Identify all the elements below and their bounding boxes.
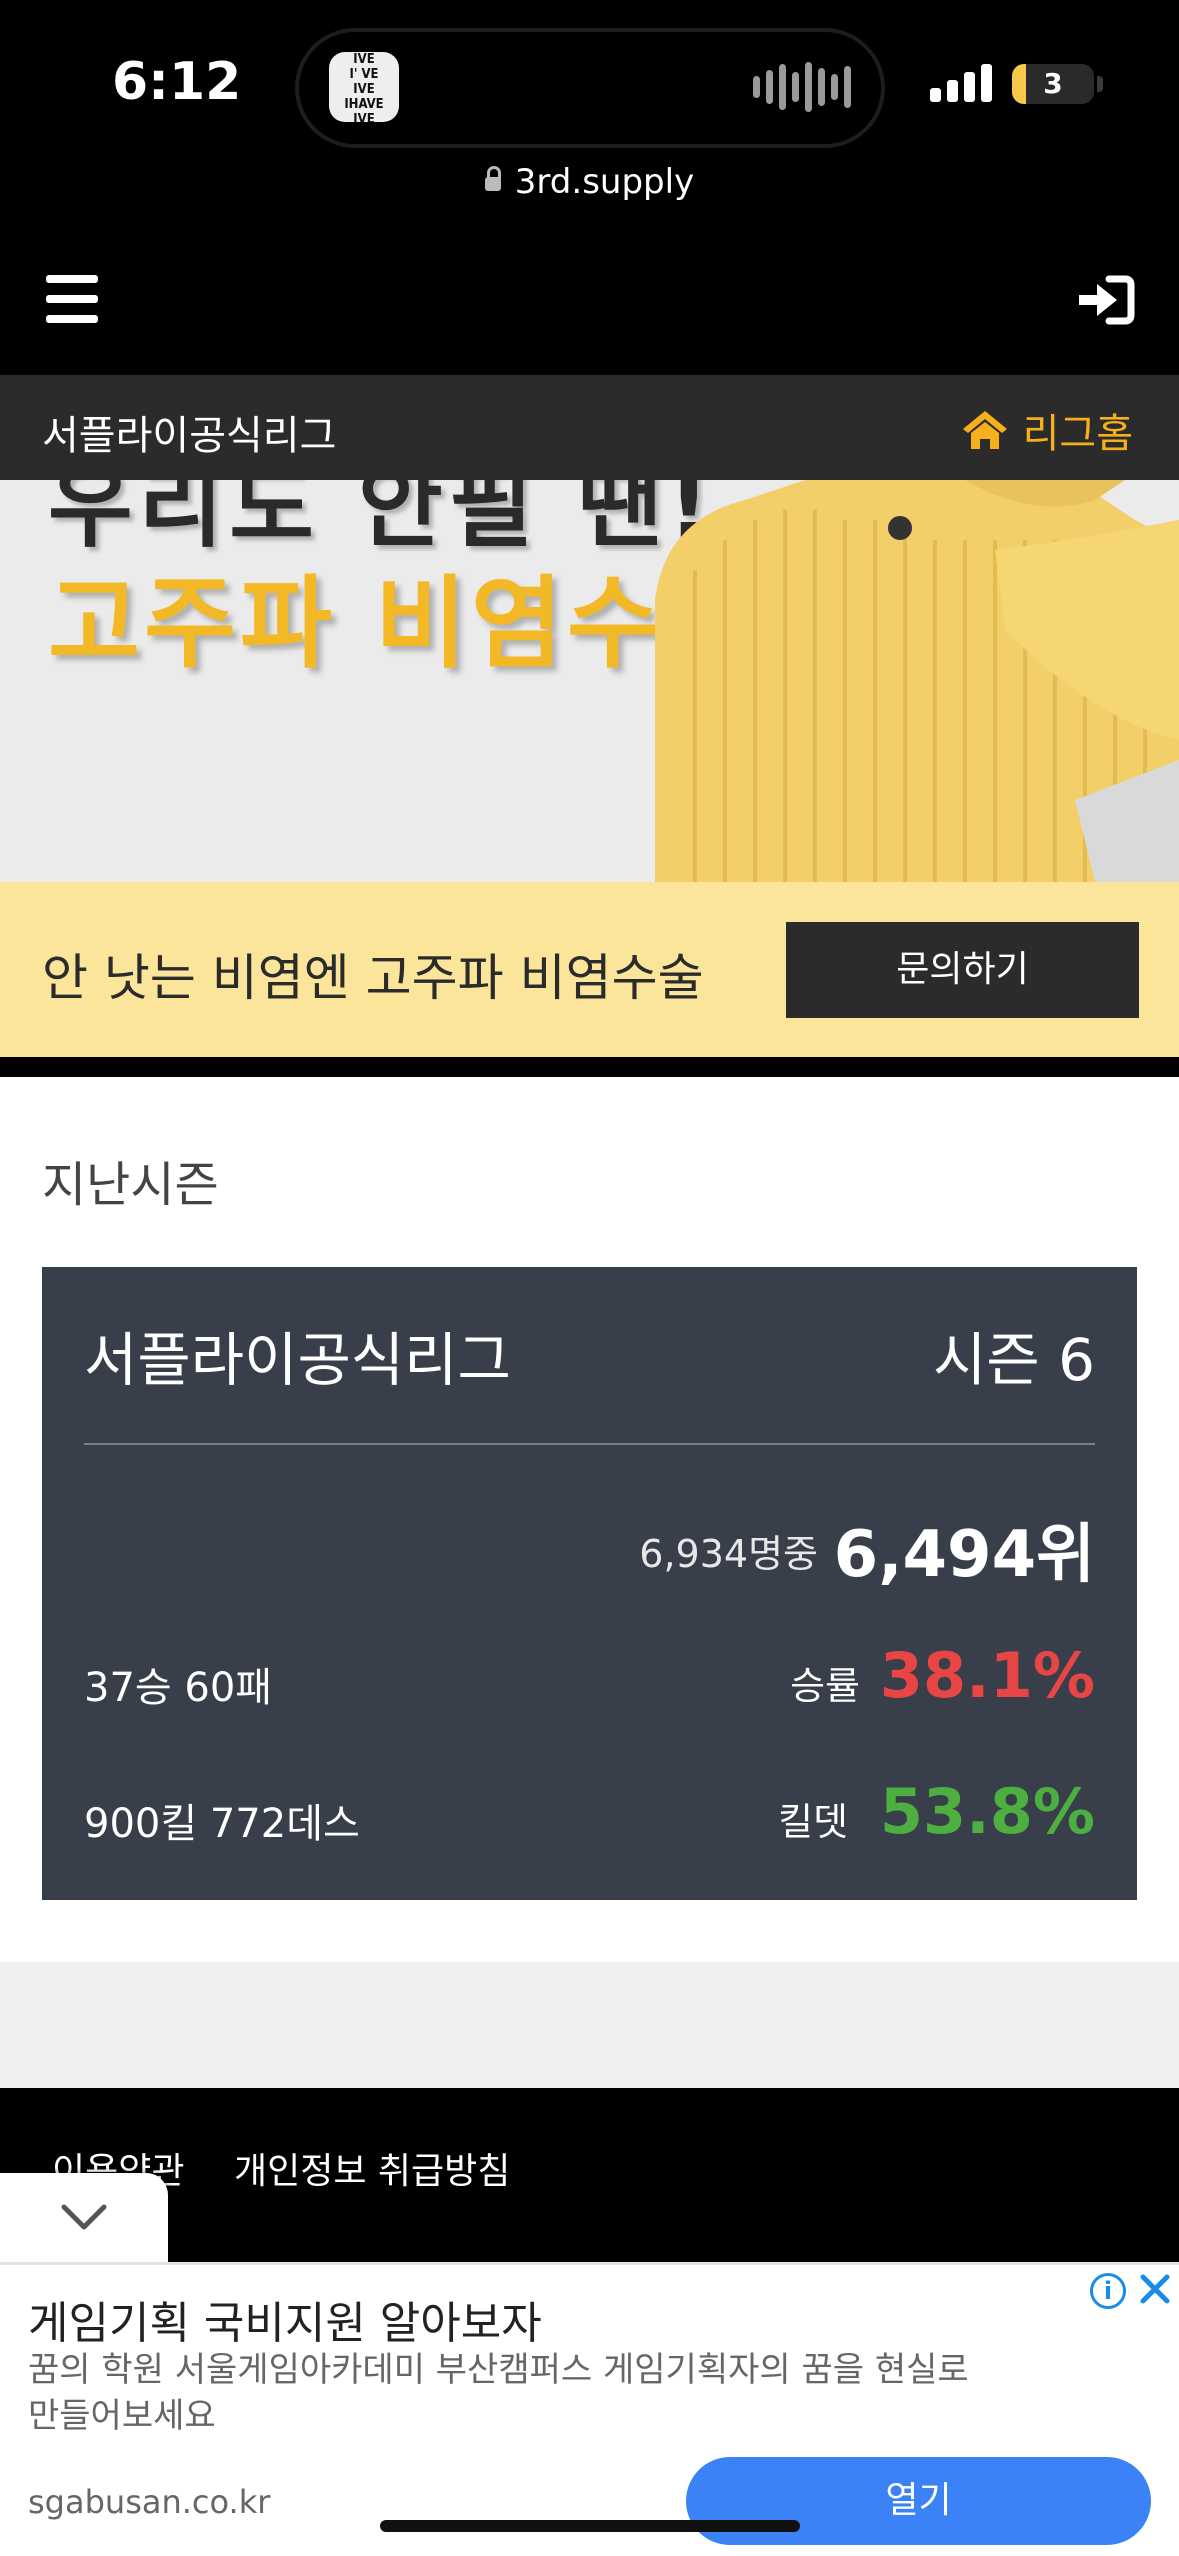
battery-tip-icon [1097, 76, 1103, 92]
league-home-link[interactable]: 리그홈 [961, 401, 1133, 459]
status-bar: 6:12 IVE I' VE IVE IHAVE IVE 3 3rd.suppl… [0, 0, 1179, 202]
rank-row: 6,934명중 6,494위 [84, 1503, 1095, 1592]
album-art-line: IHAVE [344, 97, 384, 112]
ad-description: 꿈의 학원 서울게임아카데미 부산캠퍼스 게임기획자의 꿈을 현실로 만들어보세… [28, 2350, 969, 2436]
banner-headline: 고주파 비염수술 [48, 565, 759, 682]
battery-level: 3 [1043, 67, 1063, 100]
dynamic-island[interactable]: IVE I' VE IVE IHAVE IVE [295, 28, 885, 148]
cellular-signal-icon [930, 62, 992, 102]
winrate-label: 승률 [790, 1664, 860, 1708]
card-divider [84, 1443, 1095, 1445]
ad-info-icon[interactable]: i [1090, 2273, 1126, 2309]
album-art-line: IVE [353, 52, 375, 67]
login-icon[interactable] [1075, 275, 1135, 325]
address-bar[interactable]: 3rd.supply [0, 162, 1179, 202]
hamburger-menu-icon[interactable] [46, 275, 98, 323]
bottom-ad-banner[interactable]: 게임기획 국비지원 알아보자 꿈의 학원 서울게임아카데미 부산캠퍼스 게임기획… [0, 2262, 1179, 2556]
section-title: 지난시즌 [42, 1157, 219, 1213]
inquiry-button[interactable]: 문의하기 [786, 922, 1139, 1018]
league-bar: 서플라이공식리그 리그홈 [0, 375, 1179, 480]
winrate-value: 38.1% [879, 1639, 1095, 1712]
kd-row: 900킬 772데스 킬뎃 53.8% [84, 1775, 1095, 1855]
close-icon[interactable] [1135, 2269, 1175, 2309]
promo-text: 안 낫는 비염엔 고주파 비염수술 [42, 949, 704, 1007]
home-indicator[interactable] [380, 2520, 800, 2532]
site-header [0, 225, 1179, 375]
kills-deaths: 900킬 772데스 [84, 1801, 360, 1847]
rank-total: 6,934명중 [639, 1532, 818, 1576]
chevron-down-icon [61, 2204, 107, 2230]
ad-domain: sgabusan.co.kr [28, 2483, 271, 2521]
now-playing-album-art: IVE I' VE IVE IHAVE IVE [329, 52, 399, 122]
footer: 이용약관 개인정보 취급방침 [0, 2088, 1179, 2258]
battery-icon: 3 [1012, 64, 1094, 104]
season-stats-card: 서플라이공식리그 시즌 6 6,934명중 6,494위 37승 60패 승률 … [42, 1267, 1137, 1900]
winrate-row: 37승 60패 승률 38.1% [84, 1639, 1095, 1719]
album-art-line: IVE [353, 82, 375, 97]
kd-value: 53.8% [879, 1775, 1095, 1848]
league-title: 서플라이공식리그 [42, 413, 337, 459]
audio-waveform-icon [753, 62, 851, 112]
ad-collapse-tab[interactable] [0, 2173, 168, 2263]
lock-icon [484, 165, 501, 191]
album-art-line: I' VE [349, 67, 379, 82]
home-icon [962, 411, 1007, 449]
rank-value: 6,494위 [833, 1518, 1095, 1592]
card-season-label: 시즌 6 [932, 1326, 1095, 1394]
main-content: 지난시즌 서플라이공식리그 시즌 6 6,934명중 6,494위 37승 60… [0, 1077, 1179, 1962]
card-league-name: 서플라이공식리그 [84, 1326, 511, 1394]
person-in-yellow-sweater-image [655, 480, 1179, 882]
spacer-band [0, 1962, 1179, 2088]
league-home-label: 리그홈 [1022, 411, 1133, 457]
album-art-line: IVE [353, 112, 375, 122]
promo-strip: 안 낫는 비염엔 고주파 비염수술 문의하기 [0, 882, 1179, 1057]
win-loss-record: 37승 60패 [84, 1665, 273, 1711]
status-time: 6:12 [112, 52, 242, 112]
privacy-link[interactable]: 개인정보 취급방침 [234, 2142, 510, 2194]
ad-title: 게임기획 국비지원 알아보자 [28, 2298, 542, 2349]
kd-label: 킬뎃 [778, 1800, 848, 1844]
url-text: 3rd.supply [514, 162, 695, 202]
banner-ad[interactable]: 우리도 안필 땐! 고주파 비염수술 [0, 480, 1179, 882]
